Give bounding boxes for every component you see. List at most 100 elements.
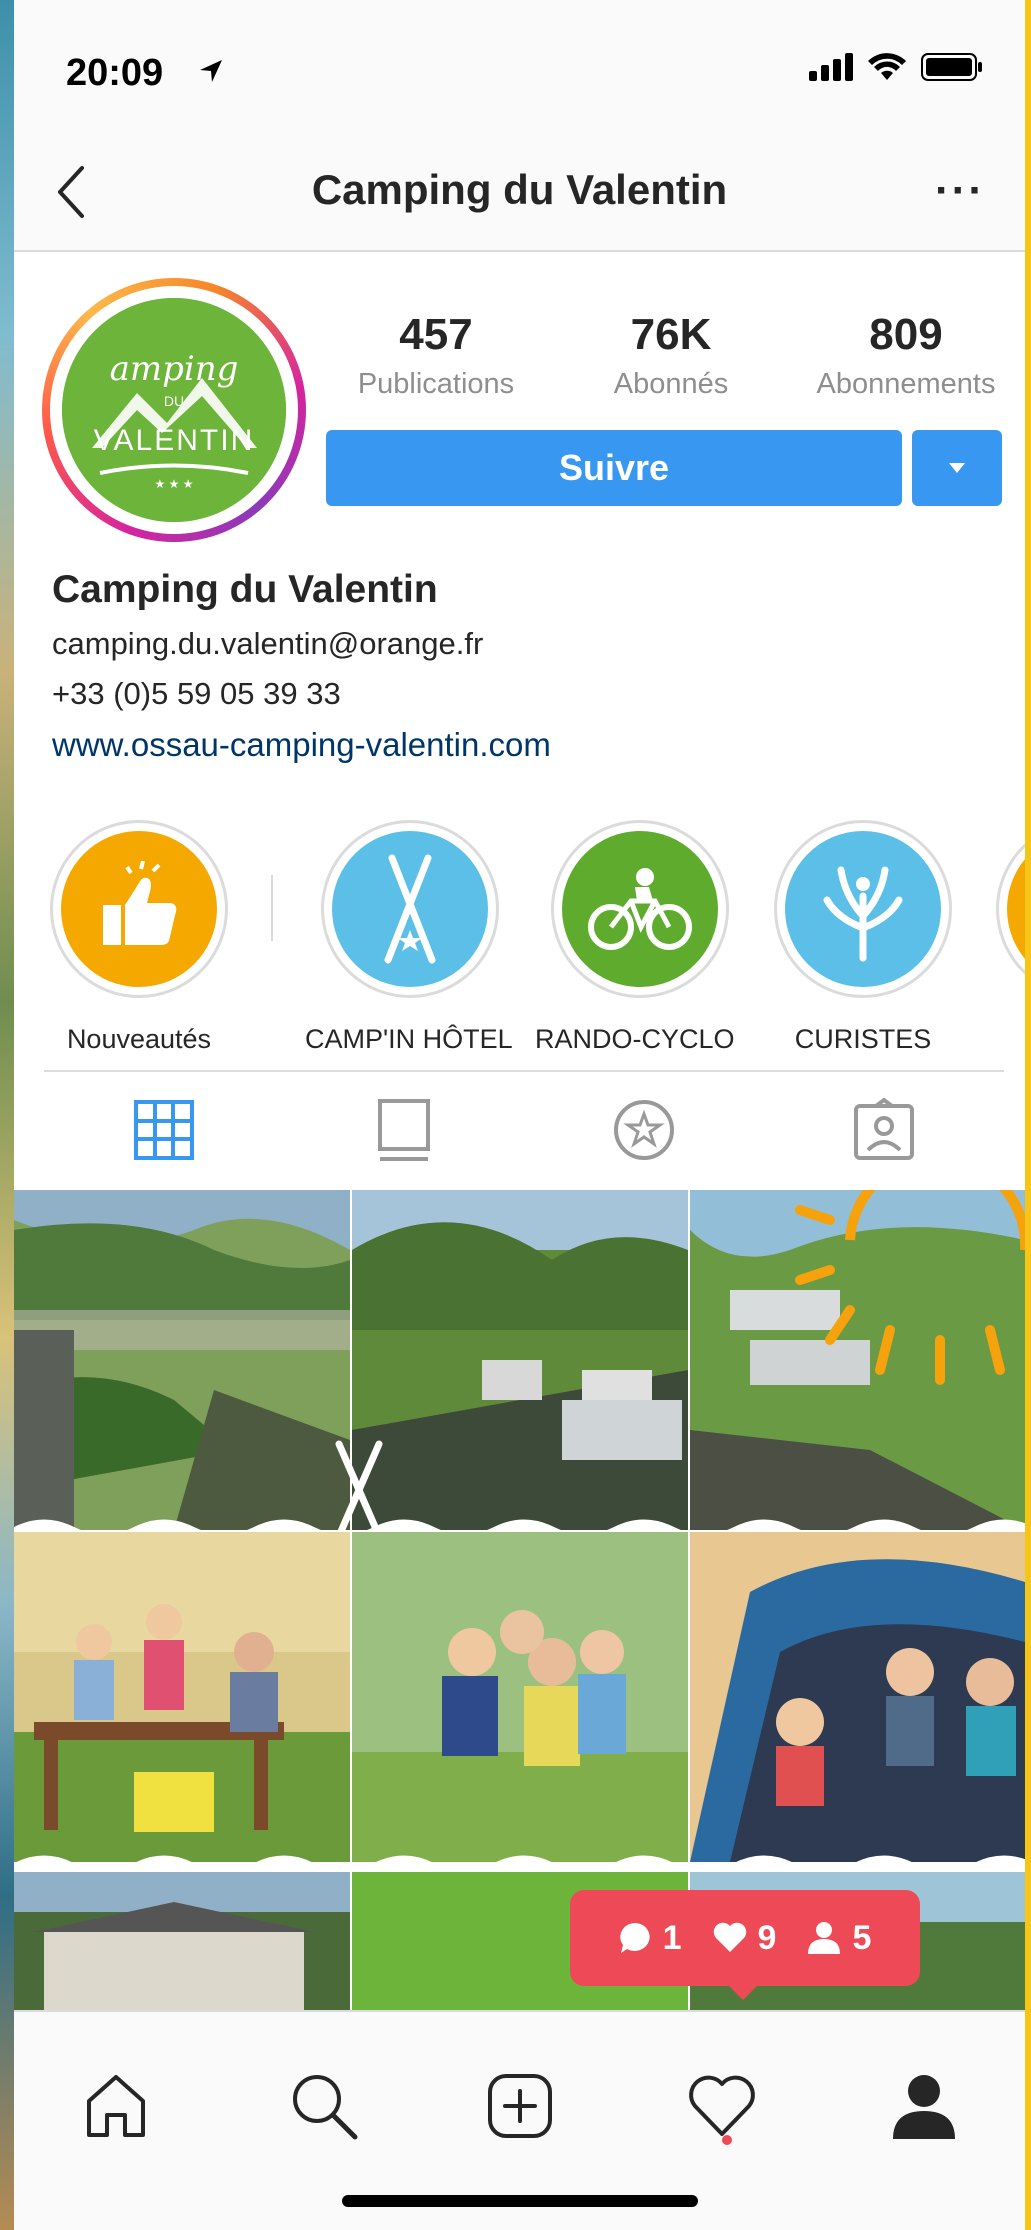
highlight-rando-cyclo[interactable]: RANDO-CYCLO <box>535 820 735 1055</box>
grid-icon <box>134 1100 194 1160</box>
stat-followers[interactable]: 76K Abonnés <box>561 310 781 401</box>
home-indicator <box>342 2195 698 2207</box>
logo-text-camping: amping <box>110 349 239 389</box>
add-post-icon <box>488 2074 552 2138</box>
stat-value: 76K <box>630 310 712 359</box>
wifi-icon <box>868 53 906 80</box>
highlight-campin-hotel[interactable]: CAMP'IN HÔTEL <box>305 820 513 1055</box>
tent-icon <box>384 854 436 964</box>
home-tab[interactable] <box>76 2066 156 2146</box>
tab-feed[interactable] <box>364 1090 444 1170</box>
battery-icon <box>921 53 982 81</box>
bio-phone: +33 (0)5 59 05 39 33 <box>52 676 341 711</box>
highlight-label: CURISTES <box>794 1024 932 1054</box>
bio-email: camping.du.valentin@orange.fr <box>52 626 484 661</box>
stat-following[interactable]: 809 Abonnements <box>796 310 1016 401</box>
stat-publications[interactable]: 457 Publications <box>326 310 546 401</box>
highlight-ring <box>50 820 228 998</box>
family-picnic-photo <box>14 1532 350 1862</box>
stat-value: 809 <box>869 310 943 359</box>
home-icon <box>87 2075 145 2137</box>
highlight-divider <box>271 875 273 941</box>
family-hike-photo <box>352 1532 688 1862</box>
highlight-ring <box>996 820 1025 998</box>
notification-comments: 1 <box>619 1919 682 1958</box>
highlight-label: RANDO-CYCLO <box>535 1024 735 1054</box>
grid-post-5[interactable] <box>352 1532 688 1862</box>
bicycle-icon <box>588 868 692 950</box>
photo-grid <box>14 1190 1025 2010</box>
highlight-thumbnail <box>562 831 718 987</box>
heart-icon <box>689 2075 755 2136</box>
stat-label: Publications <box>357 368 515 400</box>
highlight-label: CAMP'IN HÔTEL <box>305 1024 513 1054</box>
star-circle-icon <box>614 1100 674 1160</box>
search-icon <box>293 2075 358 2140</box>
grid-post-3[interactable] <box>690 1190 1025 1530</box>
highlight-nouveautes[interactable]: Nouveautés <box>50 820 228 1055</box>
tab-guides[interactable] <box>604 1090 684 1170</box>
grid-post-7[interactable] <box>14 1872 350 2010</box>
highlight-thumbnail <box>61 831 217 987</box>
grid-post-1[interactable] <box>14 1190 350 1530</box>
highlight-partial[interactable] <box>996 820 1025 998</box>
highlight-thumbnail <box>1007 831 1025 987</box>
highlight-thumbnail <box>332 831 488 987</box>
highlight-curistes[interactable]: CURISTES <box>774 820 952 1055</box>
notification-followers-count: 5 <box>852 1918 872 1957</box>
tab-tagged[interactable] <box>844 1090 924 1170</box>
status-bar: 20:09 <box>14 0 1025 140</box>
page-title: Camping du Valentin <box>311 166 728 213</box>
follow-dropdown-button[interactable] <box>912 430 1002 506</box>
tent-overlay-icon <box>335 1440 383 1540</box>
logo-text-du: DU <box>164 393 184 409</box>
more-options-button[interactable]: ··· <box>935 166 985 216</box>
notification-likes-count: 9 <box>757 1918 777 1957</box>
feed-icon <box>378 1099 430 1161</box>
signal-icon <box>809 53 853 81</box>
follow-button[interactable]: Suivre <box>326 430 902 506</box>
bio-website-link[interactable]: www.ossau-camping-valentin.com <box>52 726 1002 764</box>
profile-tab[interactable] <box>884 2066 964 2146</box>
notification-likes: 9 <box>712 1918 777 1958</box>
stat-label: Abonnements <box>816 368 996 400</box>
highlight-label: Nouveautés <box>66 1024 212 1054</box>
svg-text:★ ★ ★: ★ ★ ★ <box>155 477 194 491</box>
sunny-campsite-photo <box>690 1190 1025 1530</box>
activity-tab[interactable] <box>682 2066 762 2146</box>
camping-logo: amping DU VALENTIN ★ ★ ★ <box>62 298 286 522</box>
system-icons <box>809 52 983 82</box>
stat-label: Abonnés <box>613 368 729 400</box>
grid-post-4[interactable] <box>14 1532 350 1862</box>
background-strip-right <box>1025 0 1031 2230</box>
logo-text-valentin: VALENTIN <box>94 424 254 457</box>
profile-icon <box>893 2075 955 2139</box>
tab-grid[interactable] <box>124 1090 204 1170</box>
avatar-story-ring[interactable]: amping DU VALENTIN ★ ★ ★ <box>42 278 306 542</box>
water-fountain-icon <box>823 866 903 962</box>
activity-notification-bubble[interactable]: 1 9 5 <box>570 1890 920 1986</box>
bio-name: Camping du Valentin <box>52 568 438 611</box>
story-highlights: Nouveautés CAMP'IN HÔTEL RANDO-CYCLO CUR… <box>14 820 1025 1070</box>
stat-value: 457 <box>399 310 473 359</box>
background-strip-left <box>0 0 14 2230</box>
avatar-ring-gap: amping DU VALENTIN ★ ★ ★ <box>50 286 298 534</box>
highlight-ring <box>551 820 729 998</box>
highlight-thumbnail <box>785 831 941 987</box>
notification-comments-count: 1 <box>662 1918 682 1957</box>
grid-post-6[interactable] <box>690 1532 1025 1862</box>
kids-tent-photo <box>690 1532 1025 1862</box>
comment-icon <box>619 1922 650 1953</box>
avatar: amping DU VALENTIN ★ ★ ★ <box>62 298 286 522</box>
location-arrow-icon <box>200 60 222 82</box>
caret-down-icon <box>949 463 965 473</box>
new-post-tab[interactable] <box>480 2066 560 2146</box>
status-time: 20:09 <box>66 52 164 94</box>
heart-filled-icon <box>713 1922 746 1952</box>
notification-pointer <box>727 1984 759 2000</box>
notification-followers: 5 <box>806 1919 871 1958</box>
mobile-home-photo <box>14 1872 350 2010</box>
person-icon <box>808 1922 841 1954</box>
search-tab[interactable] <box>284 2066 364 2146</box>
highlight-ring <box>774 820 952 998</box>
